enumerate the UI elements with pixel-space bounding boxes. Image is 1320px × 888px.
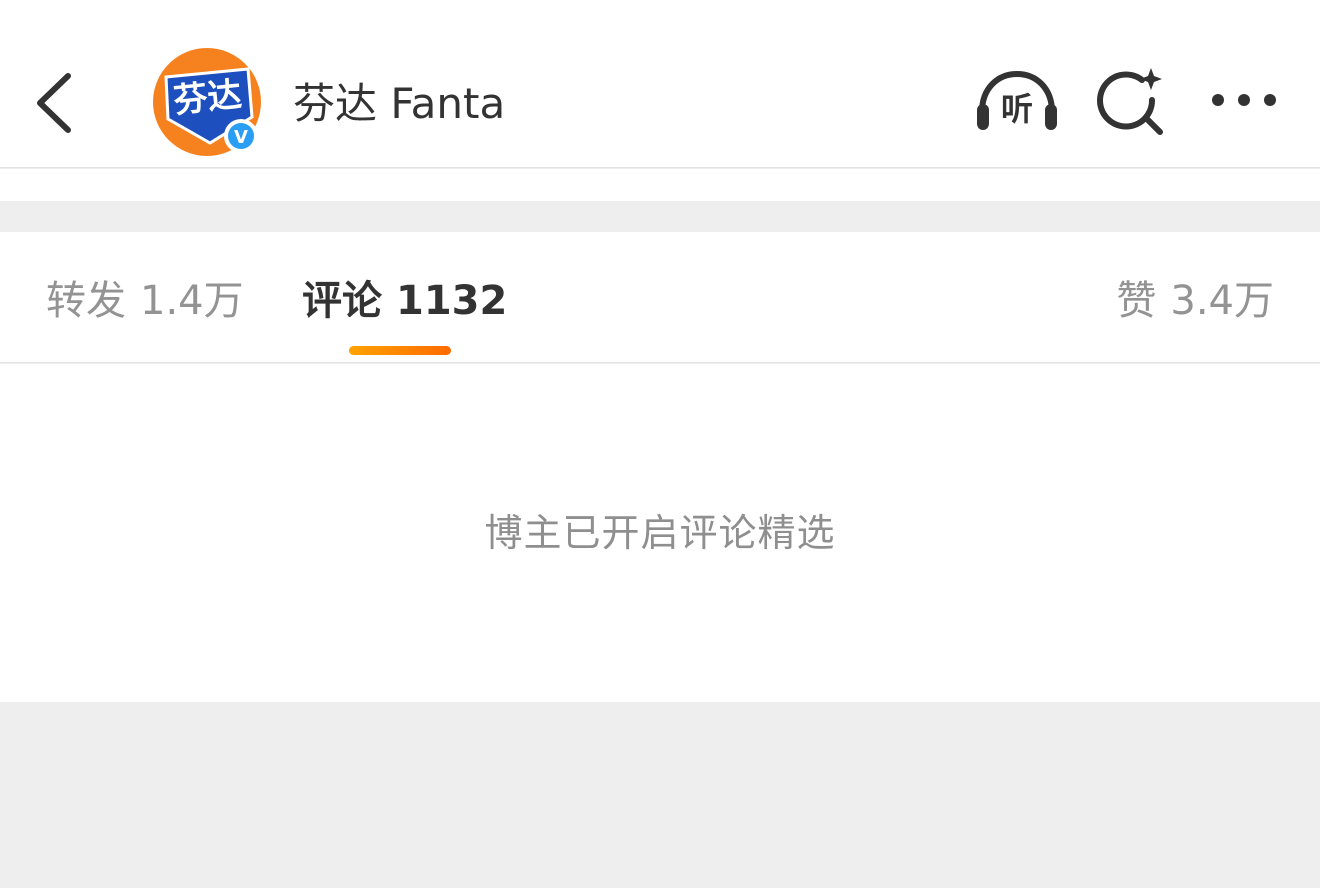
listen-button[interactable]: 听 [975, 70, 1059, 132]
comment-curation-notice: 博主已开启评论精选 [484, 511, 836, 555]
more-dots-icon [1212, 94, 1276, 106]
tab-comments-count: 1132 [396, 278, 508, 324]
tab-reposts-count: 1.4万 [140, 278, 244, 324]
listen-label: 听 [1001, 90, 1033, 128]
verified-badge-text: V [234, 127, 248, 148]
tab-likes-label: 赞 [1116, 278, 1157, 324]
more-button[interactable] [1208, 86, 1280, 114]
active-tab-indicator [349, 346, 451, 355]
chevron-left-icon [37, 73, 71, 133]
top-nav-bar: 芬达 V 芬达 Fanta 听 [0, 0, 1320, 168]
search-button[interactable] [1096, 66, 1164, 136]
headphones-icon: 听 [977, 70, 1057, 130]
tab-likes[interactable]: 赞 3.4万 [1116, 276, 1274, 326]
comments-panel: 博主已开启评论精选 [0, 364, 1320, 702]
tab-likes-count: 3.4万 [1170, 278, 1274, 324]
tab-reposts-label: 转发 [46, 278, 126, 324]
avatar-logo-text: 芬达 [172, 75, 244, 122]
tab-comments-label: 评论 [302, 278, 382, 324]
interaction-tab-bar: 转发 1.4万 评论 1132 赞 3.4万 [0, 232, 1320, 363]
tab-reposts[interactable]: 转发 1.4万 [46, 276, 244, 326]
back-button[interactable] [26, 66, 82, 138]
verified-badge-icon: V [224, 119, 258, 153]
search-sparkle-icon [1097, 68, 1163, 135]
post-body-bottom [0, 169, 1320, 201]
avatar[interactable]: 芬达 V [152, 47, 262, 157]
account-name[interactable]: 芬达 Fanta [293, 78, 505, 130]
tab-comments[interactable]: 评论 1132 [302, 276, 507, 326]
